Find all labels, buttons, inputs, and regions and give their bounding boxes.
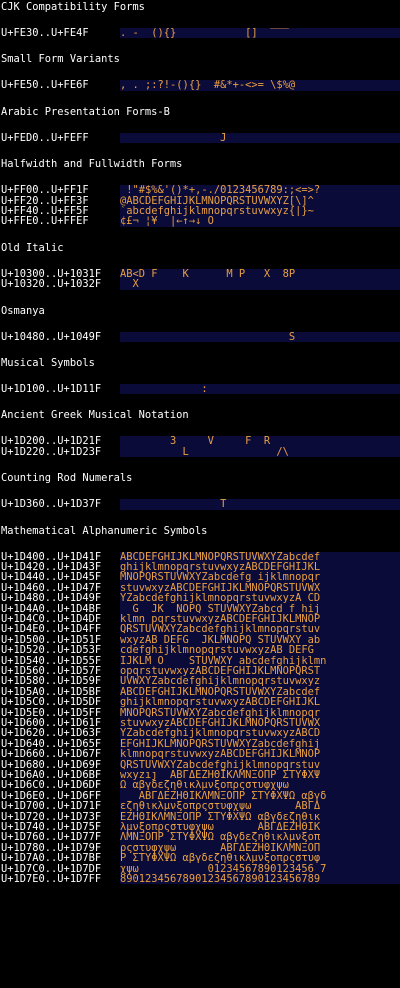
glyph-strip: ghijklmnopqrstuvwxyzABCDEFGHIJKL (120, 562, 400, 573)
codepoint-range: U+1D7E0..U+1D7FF (1, 873, 102, 885)
block-row: U+1D7E0..U+1D7FF 890123456789012345678901… (0, 874, 400, 884)
block-row: U+1D220..U+1D23F L /\ (0, 445, 400, 458)
section-heading: Mathematical Alphanumeric Symbols (1, 524, 208, 537)
codepoint-range: U+1D100..U+1D11F (1, 383, 102, 395)
glyph-strip: QRSTUVWXYZabcdefghijklmnopqrstuv (120, 759, 400, 770)
glyph-strip: AB<D F K M P X 8P (120, 268, 400, 280)
unicode-block-listing: CJK Compatibility Forms U+FE30..U+FE4F . -… (0, 0, 400, 988)
block-row: U+FED0..U+FEFF J (0, 131, 400, 144)
glyph-strip: `abcdefghijklmnopqrstuvwxyz{|}~ (120, 206, 400, 217)
glyph-strip: cdefghijklmnopqrstuvwxyzAB DEFG (120, 645, 400, 656)
glyph-strip: ρςστυφχψω ΑΒΓΔΕΖΗΘΙΚΛΜΝΞΟΠ (120, 842, 400, 854)
section-heading: Halfwidth and Fullwidth Forms (1, 158, 183, 171)
codepoint-range: U+FE50..U+FE6F (1, 79, 89, 92)
glyph-strip: G JK NOPQ STUVWXYZabcd f hij (120, 603, 400, 614)
block-row: U+1D360..U+1D37F T (0, 498, 400, 511)
glyph-strip: λμνξοπρςστυφχψω ΑΒΓΔΕΖΗΘΙΚ (120, 822, 400, 833)
glyph-strip: . -__(){} [] ‾‾‾___ (120, 28, 400, 39)
block-row: U+1D100..U+1D11F : (0, 384, 400, 394)
section-heading: Arabic Presentation Forms-B (1, 105, 170, 118)
glyph-strip: ghijklmnopqrstuvwxyzABCDEFGHIJKL (120, 697, 400, 708)
block-row: U+FE30..U+FE4F . -__(){} [] ‾‾‾___ (0, 28, 400, 38)
section-heading: Musical Symbols (1, 357, 95, 369)
glyph-strip: ABCDEFGHIJKLMNOPQRSTUVWXYZabcdef (120, 551, 400, 562)
codepoint-range: U+FED0..U+FEFF (1, 131, 89, 144)
glyph-strip: klmn pqrstuvwxyzABCDEFGHIJKLMNOP (120, 614, 400, 625)
codepoint-range: U+10320..U+1032F (1, 278, 102, 291)
section-heading: Counting Rod Numerals (1, 472, 133, 485)
glyph-strip: 3 V F R (120, 436, 400, 447)
glyph-strip: YZabcdefghijklmnopqrstuvwxyzA CD (120, 593, 400, 604)
glyph-strip: IJKLM O STUVWXY abcdefghijklmn (120, 655, 400, 666)
glyph-strip: stuvwxyzABCDEFGHIJKLMNOPQRSTUVWX (120, 718, 400, 729)
glyph-strip: , . ;:?!-(){} #&*+-<>= \$%@ (120, 80, 400, 91)
glyph-strip: εζηθικλμνξοπρςστυφχψω ΑΒΓΔ (120, 801, 400, 812)
glyph-strip: Ρ ΣΤΥΦΧΨΩ αβγδεζηθικλμνξοπρςστυφ (120, 853, 400, 864)
glyph-strip: ABCDEFGHIJKLMNOPQRSTUVWXYZabcdef (120, 686, 400, 698)
glyph-strip: klmnopqrstuvwxyzABCDEFGHIJKLMNOP (120, 749, 400, 760)
glyph-strip: ΑΒΓΔΕΖΗΘΙΚΛΜΝΞΟΠΡ ΣΤΥΦΧΨΩ αβγδ (120, 790, 400, 802)
block-row: U+FFE0..U+FFEF ¢£¬ ¦¥ |←↑→↓ O (0, 215, 400, 228)
glyph-strip: YZabcdefghijklmnopqrstuvwxyzABCD (120, 728, 400, 739)
glyph-strip: S (120, 331, 400, 342)
glyph-strip: EFGHIJKLMNOPQRSTUVWXYZabcdefghij (120, 738, 400, 750)
section-heading: CJK Compatibility Forms (1, 1, 145, 13)
glyph-strip: ΕΖΗΘΙΚΛΜΝΞΟΠΡ ΣΤΥΦΧΨΩ αβγδεζηθικ (120, 811, 400, 822)
glyph-strip: T (120, 499, 400, 510)
codepoint-range: U+1D360..U+1D37F (1, 498, 102, 511)
section-heading: Old Italic (1, 241, 64, 254)
glyph-strip: Ω αβγδεζηθικλμνξοπρςστυφχψω (120, 780, 400, 791)
glyph-strip: wxyzAB DEFG JKLMNOPQ STUVWXY ab (120, 634, 400, 646)
glyph-strip: ΛΜΝΞΟΠΡ ΣΤΥΦΧΨΩ αβγδεζηθικλμνξοπ (120, 832, 400, 843)
glyph-strip: MNOPQRSTUVWXYZabcdefg ijklmnopqr (120, 572, 400, 583)
glyph-strip: !"#$%&'()*+,-./0123456789:;<=>? (120, 185, 400, 196)
glyph-strip: wxyzıȷ ΑΒΓΔΕΖΗΘΙΚΛΜΝΞΟΠΡ ΣΤΥΦΧΨ (120, 770, 400, 781)
glyph-strip: X (120, 279, 400, 290)
glyph-strip: UVWXYZabcdefghijklmnopqrstuvwxyz (120, 676, 400, 687)
section-heading: Osmanya (1, 304, 45, 317)
glyph-strip: opqrstuvwxyzABCDEFGHIJKLMNOPQRST (120, 666, 400, 677)
glyph-strip: χψω 01234567890123456 7 (120, 863, 400, 874)
glyph-strip: 89012345678901234567890123456789 (120, 874, 400, 885)
block-row: U+FE50..U+FE6F , . ;:?!-(){} #&*+-<>= \$%… (0, 79, 400, 92)
codepoint-range: U+1D220..U+1D23F (1, 445, 102, 458)
glyph-strip: @ABCDEFGHIJKLMNOPQRSTUVWXYZ[\]^_ (120, 195, 400, 206)
block-row: U+10320..U+1032F X (0, 278, 400, 291)
block-row: U+10480..U+1049F S (0, 330, 400, 343)
section-heading: Small Form Variants (1, 53, 120, 66)
glyph-strip: L /\ (120, 446, 400, 458)
glyph-strip: MNOPQRSTUVWXYZabcdefghijklmnopqr (120, 707, 400, 718)
glyph-strip: J (120, 132, 400, 144)
section-heading: Ancient Greek Musical Notation (1, 409, 189, 422)
glyph-strip: ¢£¬ ¦¥ |←↑→↓ O (120, 216, 400, 227)
codepoint-range: U+FFE0..U+FFEF (1, 215, 89, 228)
codepoint-range: U+10480..U+1049F (1, 330, 102, 343)
glyph-strip: : (120, 384, 400, 395)
codepoint-range: U+FE30..U+FE4F (1, 27, 89, 39)
glyph-strip: QRSTUVWXYZabcdefghijklmnopqrstuv (120, 624, 400, 635)
glyph-strip: stuvwxyzABCDEFGHIJKLMNOPQRSTUVWX (120, 582, 400, 594)
